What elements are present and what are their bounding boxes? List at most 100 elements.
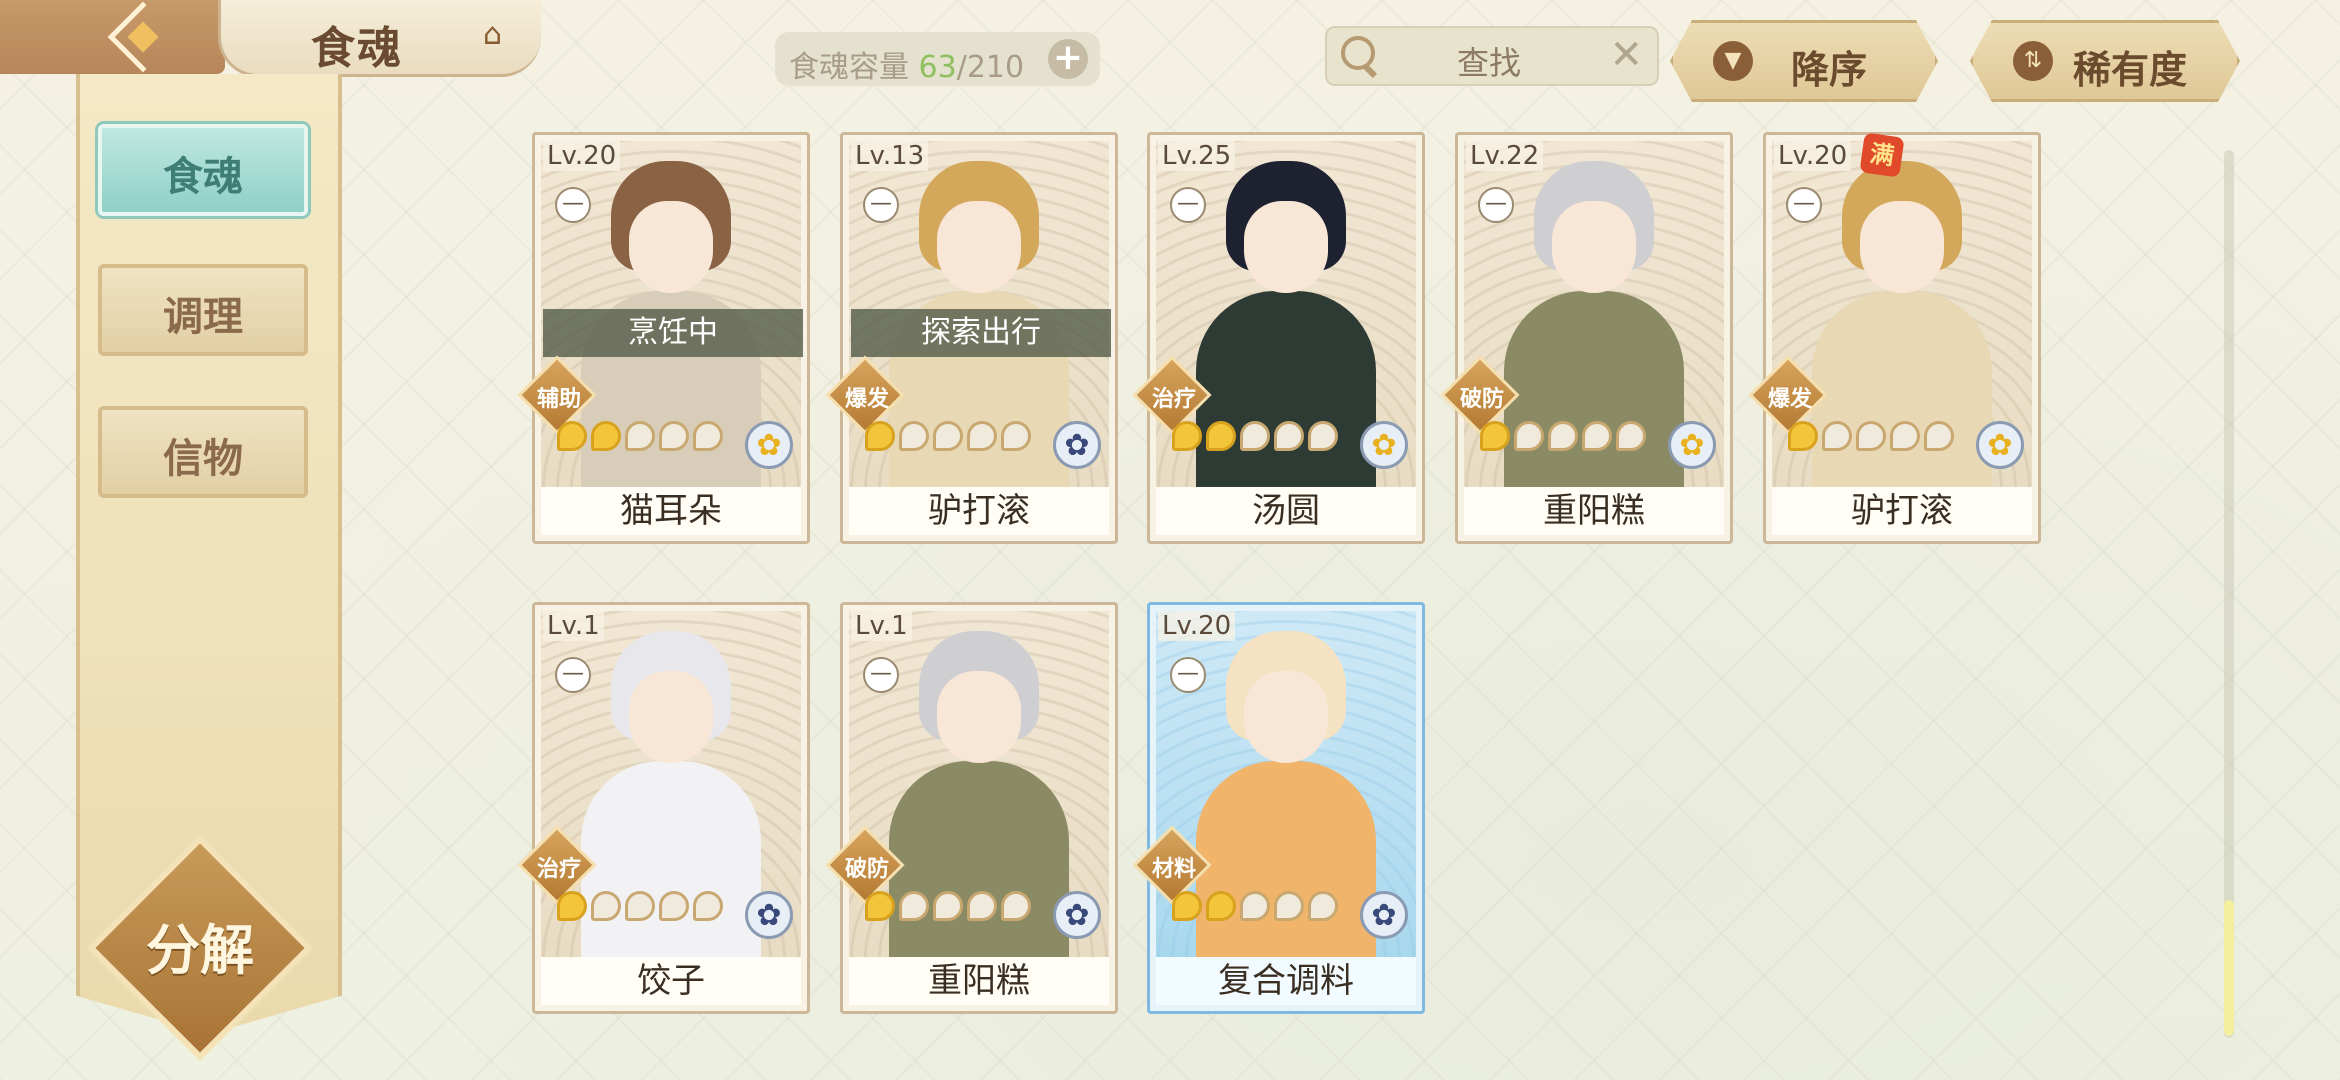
card-level: Lv.25 [1158, 141, 1236, 171]
card-level: Lv.1 [851, 611, 912, 641]
role-label: 破防 [844, 857, 889, 882]
star-icon [1856, 421, 1886, 451]
card-status: 探索出行 [851, 309, 1111, 357]
star-rating [865, 421, 1031, 457]
portrait-face [629, 671, 713, 763]
star-icon [1788, 421, 1818, 451]
expand-capacity-button[interactable]: + [1048, 39, 1088, 79]
portrait-face [937, 201, 1021, 293]
flower-emblem-icon: ✿ [1053, 421, 1101, 469]
food-soul-card[interactable]: Lv.20 满 — 爆发 ✿ 驴打滚 [1748, 132, 2041, 544]
sidebar-item-seasoning[interactable]: 调理 [98, 264, 308, 356]
star-icon [1308, 421, 1338, 451]
star-icon [1240, 891, 1270, 921]
sort-order-label: 降序 [1791, 48, 1868, 92]
flower-emblem-icon: ✿ [1668, 421, 1716, 469]
star-rating [1480, 421, 1646, 457]
food-soul-card[interactable]: Lv.25 — 治疗 ✿ 汤圆 [1132, 132, 1425, 544]
lock-toggle-icon[interactable]: — [1478, 187, 1514, 223]
search-icon [1341, 36, 1375, 70]
portrait-body [581, 761, 761, 961]
portrait-face [1244, 201, 1328, 293]
food-soul-card[interactable]: Lv.20 — 材料 ✿ 复合调料 [1132, 602, 1425, 1014]
card-name: 饺子 [541, 957, 801, 1005]
portrait-body [1812, 291, 1992, 491]
flower-emblem-icon: ✿ [1976, 421, 2024, 469]
star-icon [1890, 421, 1920, 451]
descending-icon: ▼ [1713, 41, 1753, 81]
lock-toggle-icon[interactable]: — [863, 657, 899, 693]
food-soul-card[interactable]: Lv.13 — 探索出行 爆发 ✿ 驴打滚 [825, 132, 1118, 544]
star-icon [659, 421, 689, 451]
lock-toggle-icon[interactable]: — [1170, 187, 1206, 223]
card-level: Lv.20 [1774, 141, 1852, 171]
star-rating [865, 891, 1031, 927]
food-soul-card[interactable]: Lv.1 — 治疗 ✿ 饺子 [517, 602, 810, 1014]
card-name: 猫耳朵 [541, 487, 801, 535]
search-box[interactable]: 查找 ✕ [1325, 26, 1659, 86]
star-icon [625, 421, 655, 451]
portrait-face [1860, 201, 1944, 293]
star-icon [1172, 891, 1202, 921]
scrollbar-thumb[interactable] [2224, 900, 2234, 1036]
star-icon [899, 421, 929, 451]
page-title-tab: 食魂 ⌂ [218, 0, 541, 77]
capacity-current: 63 [918, 50, 957, 85]
star-rating [557, 421, 723, 457]
portrait-body [1196, 761, 1376, 961]
clear-search-icon[interactable]: ✕ [1609, 32, 1643, 78]
star-icon [1206, 421, 1236, 451]
star-icon [1548, 421, 1578, 451]
sort-order-button[interactable]: ▼ 降序 [1670, 20, 1938, 102]
pavilion-icon: ⌂ [483, 17, 503, 52]
card-level: Lv.20 [1158, 611, 1236, 641]
portrait-face [629, 201, 713, 293]
capacity-indicator: 食魂容量 63/210 + [775, 32, 1100, 86]
star-icon [1274, 421, 1304, 451]
star-icon [899, 891, 929, 921]
portrait-face [937, 671, 1021, 763]
star-rating [1172, 891, 1338, 927]
lock-toggle-icon[interactable]: — [555, 657, 591, 693]
card-level: Lv.1 [543, 611, 604, 641]
food-soul-card[interactable]: Lv.22 — 破防 ✿ 重阳糕 [1440, 132, 1733, 544]
star-icon [1172, 421, 1202, 451]
card-status: 烹饪中 [543, 309, 803, 357]
lock-toggle-icon[interactable]: — [1786, 187, 1822, 223]
lock-toggle-icon[interactable]: — [1170, 657, 1206, 693]
portrait-face [1552, 201, 1636, 293]
star-icon [659, 891, 689, 921]
lock-toggle-icon[interactable]: — [555, 187, 591, 223]
star-icon [557, 421, 587, 451]
card-name: 重阳糕 [849, 957, 1109, 1005]
star-icon [933, 421, 963, 451]
max-badge: 满 [1859, 132, 1905, 178]
sidebar-item-food-souls[interactable]: 食魂 [98, 124, 308, 216]
food-soul-card[interactable]: Lv.1 — 破防 ✿ 重阳糕 [825, 602, 1118, 1014]
star-icon [1001, 421, 1031, 451]
star-rating [1788, 421, 1954, 457]
flower-emblem-icon: ✿ [745, 421, 793, 469]
card-name: 重阳糕 [1464, 487, 1724, 535]
card-level: Lv.22 [1466, 141, 1544, 171]
star-icon [591, 891, 621, 921]
card-name: 驴打滚 [1772, 487, 2032, 535]
portrait-face [1244, 671, 1328, 763]
food-soul-card[interactable]: Lv.20 — 烹饪中 辅助 ✿ 猫耳朵 [517, 132, 810, 544]
lock-toggle-icon[interactable]: — [863, 187, 899, 223]
role-label: 辅助 [536, 387, 581, 412]
star-icon [1001, 891, 1031, 921]
role-label: 材料 [1151, 857, 1196, 882]
capacity-label: 食魂容量 [789, 50, 909, 85]
star-icon [865, 421, 895, 451]
sidebar-item-tokens[interactable]: 信物 [98, 406, 308, 498]
sort-key-label: 稀有度 [2073, 48, 2188, 92]
back-button[interactable] [0, 0, 225, 74]
star-icon [1274, 891, 1304, 921]
sort-key-button[interactable]: ⇅ 稀有度 [1970, 20, 2240, 102]
flower-emblem-icon: ✿ [1360, 421, 1408, 469]
portrait-body [1196, 291, 1376, 491]
star-icon [967, 891, 997, 921]
card-name: 汤圆 [1156, 487, 1416, 535]
star-icon [1308, 891, 1338, 921]
